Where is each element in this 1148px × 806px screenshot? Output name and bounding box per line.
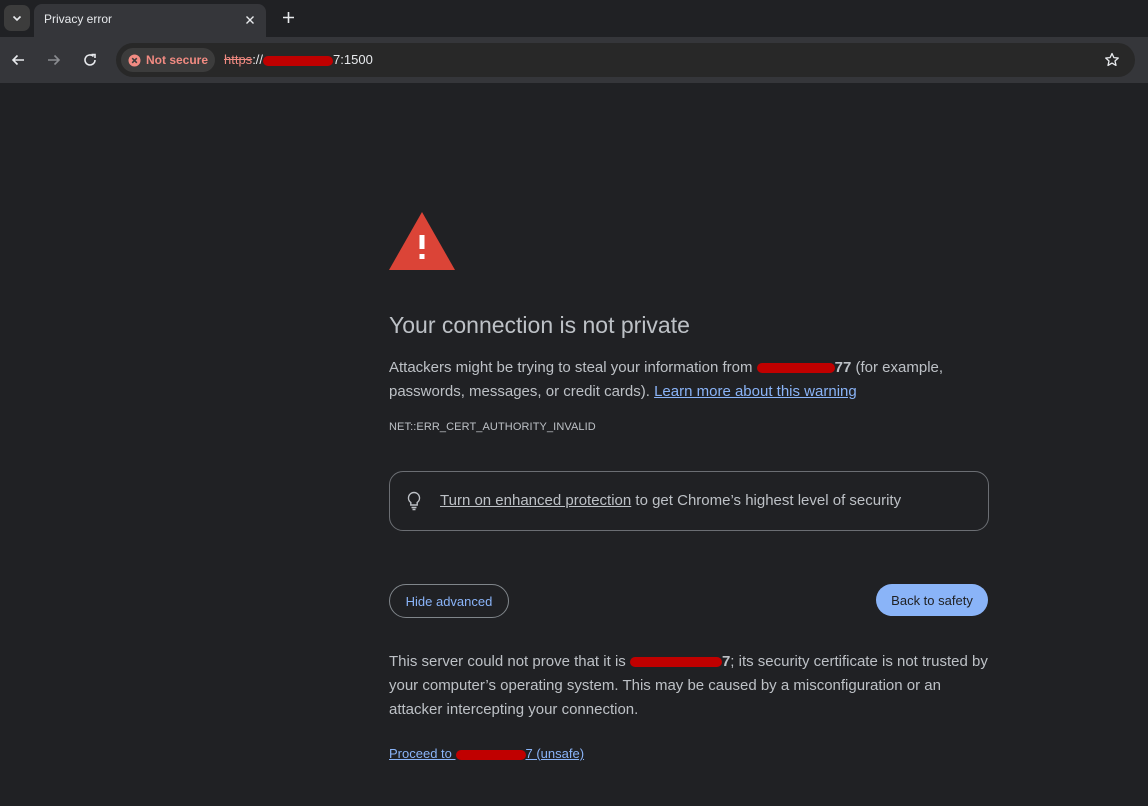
error-code: NET::ERR_CERT_AUTHORITY_INVALID [389,421,596,433]
tab-privacy-error[interactable]: Privacy error [34,4,266,37]
security-chip[interactable]: Not secure [121,48,215,72]
url-scheme: https [224,52,253,67]
plus-icon [282,11,294,23]
warning-triangle-icon [389,212,455,270]
main-message-text: Attackers might be trying to steal your … [389,359,757,376]
chevron-down-icon [12,15,22,22]
redaction-mark [756,363,835,374]
tab-title: Privacy error [44,12,113,26]
details-text: This server could not prove that it is [389,653,630,670]
proceed-suffix: 7 (unsafe) [525,746,585,761]
learn-more-link[interactable]: Learn more about this warning [654,383,857,400]
new-tab-button[interactable] [278,7,298,27]
host-suffix: 77 [834,359,852,376]
hide-advanced-button[interactable]: Hide advanced [389,584,509,618]
url-separator: :// [252,52,264,67]
reload-icon [84,53,96,66]
promo-text: Turn on enhanced protection to get Chrom… [440,492,901,509]
url-text: https:// 7:1500 [224,52,373,67]
redaction-mark [629,657,722,668]
main-message: Attackers might be trying to steal your … [389,356,989,404]
lightbulb-icon [407,491,421,511]
reload-button[interactable] [80,50,100,70]
enhanced-protection-promo: Turn on enhanced protection to get Chrom… [389,471,989,531]
redaction-mark [263,55,334,66]
toolbar: Not secure https:// 7:1500 [0,37,1148,83]
proceed-prefix: Proceed to [389,746,456,761]
redaction-mark [455,749,526,760]
warning-icon [128,54,141,66]
security-chip-label: Not secure [146,53,209,67]
bookmark-button[interactable] [1103,51,1121,69]
details-message: This server could not prove that it is 7… [389,650,989,722]
address-bar[interactable]: Not secure https:// 7:1500 [116,43,1135,77]
page-title: Your connection is not private [389,312,690,338]
back-to-safety-button[interactable]: Back to safety [876,584,988,616]
promo-rest: to get Chrome’s highest level of securit… [631,492,902,509]
tab-search-button[interactable] [4,5,30,31]
close-icon [246,16,254,24]
tab-strip: Privacy error [0,0,1148,37]
url-suffix: 7:1500 [333,52,373,67]
back-icon [11,54,24,66]
star-icon [1105,52,1119,67]
forward-button[interactable] [44,50,64,70]
back-button[interactable] [8,50,28,70]
enhanced-protection-link[interactable]: Turn on enhanced protection [440,492,631,509]
forward-icon [48,54,61,66]
tab-close-button[interactable] [242,12,258,28]
proceed-unsafe-link[interactable]: Proceed to 7 (unsafe) [389,746,584,761]
